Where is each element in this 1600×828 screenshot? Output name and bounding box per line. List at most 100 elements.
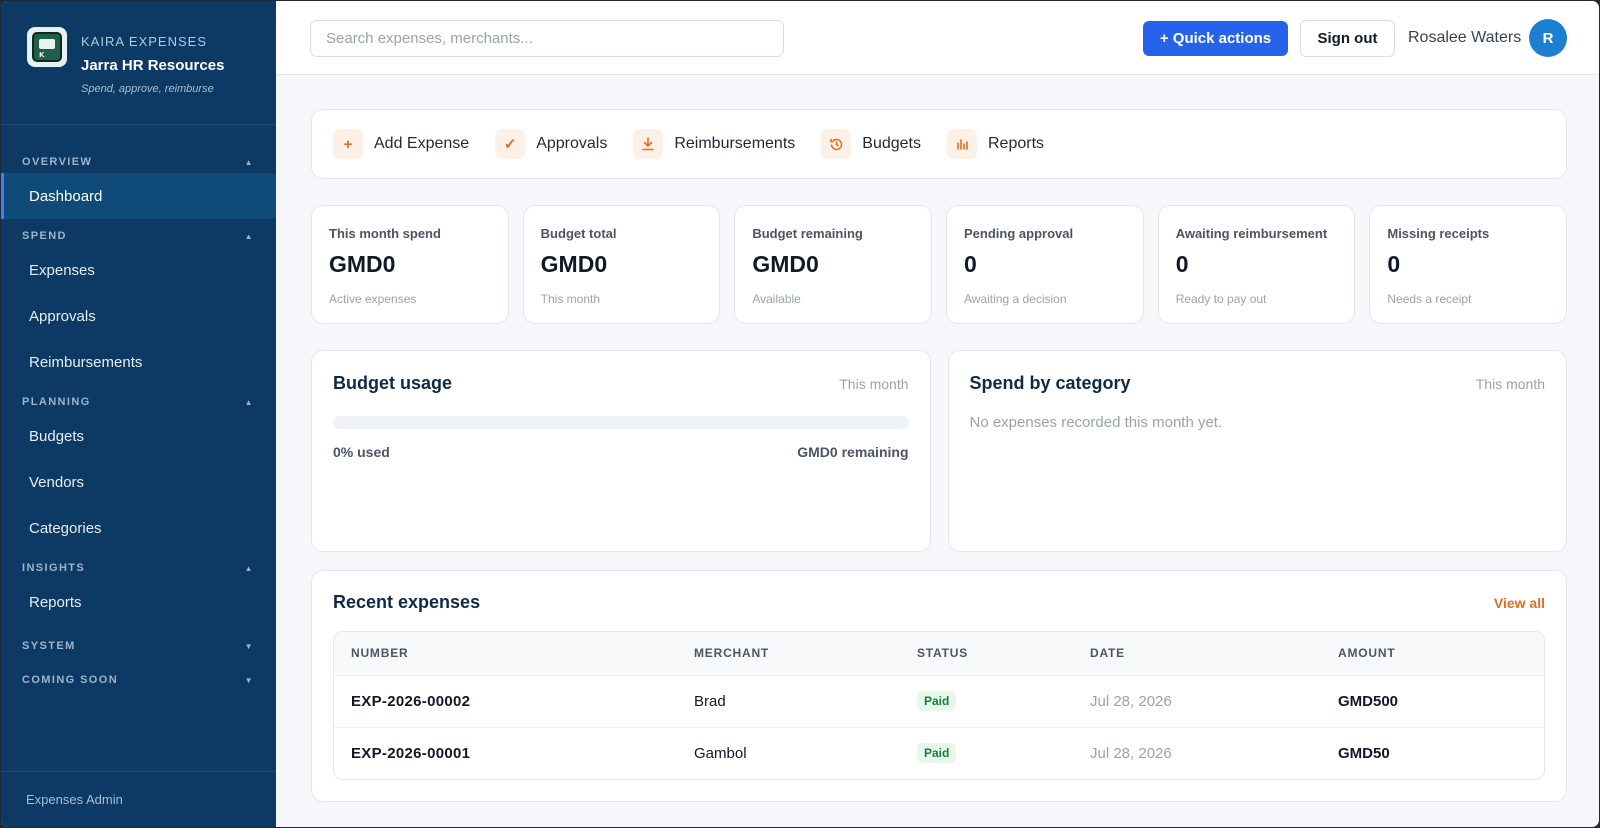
stat-label: Awaiting reimbursement bbox=[1175, 226, 1328, 241]
nav-section-title: SYSTEM bbox=[22, 640, 76, 652]
stat-value: 0 bbox=[1175, 251, 1189, 277]
panel-period: This month bbox=[1475, 376, 1545, 392]
stat-value: GMD0 bbox=[752, 251, 819, 277]
table-row[interactable]: EXP-2026-00001 Gambol Paid Jul 28, 2026 … bbox=[334, 726, 1544, 779]
view-all-link[interactable]: View all bbox=[1494, 595, 1545, 611]
quick-link-label: Reports bbox=[988, 135, 1045, 152]
expense-merchant: Brad bbox=[677, 674, 900, 727]
quick-link-budgets[interactable]: Budgets bbox=[821, 129, 921, 159]
budget-remaining-label: GMD0 remaining bbox=[797, 444, 909, 460]
chevron-up-icon: ▲ bbox=[244, 157, 254, 167]
stat-cards: This month spend GMD0 Active expenses Bu… bbox=[311, 205, 1568, 324]
app-logo bbox=[27, 27, 67, 67]
expenses-table: NUMBER MERCHANT STATUS DATE AMOUNT EXP-2… bbox=[333, 631, 1545, 780]
chevron-down-icon: ▼ bbox=[244, 675, 254, 685]
expense-status-cell: Paid bbox=[900, 726, 1073, 779]
stat-label: Budget remaining bbox=[752, 226, 863, 241]
bar-chart-icon bbox=[947, 129, 977, 159]
nav-section-coming-soon[interactable]: COMING SOON ▼ bbox=[1, 669, 276, 691]
column-header-date[interactable]: DATE bbox=[1073, 632, 1321, 675]
sidebar-item-budgets[interactable]: Budgets bbox=[1, 413, 276, 459]
chevron-down-icon: ▼ bbox=[244, 641, 254, 651]
stat-value: GMD0 bbox=[329, 251, 396, 277]
nav-section-overview[interactable]: OVERVIEW ▲ bbox=[1, 151, 276, 173]
app-window: KAIRA EXPENSES Jarra HR Resources Spend,… bbox=[0, 0, 1600, 828]
quick-link-label: Budgets bbox=[862, 135, 921, 152]
expense-number: EXP-2026-00001 bbox=[334, 726, 677, 779]
main-content: + Add Expense ✓ Approvals Reimbursements… bbox=[311, 109, 1568, 802]
sidebar-item-approvals[interactable]: Approvals bbox=[1, 293, 276, 339]
brand-tagline: Spend, approve, reimburse bbox=[81, 83, 214, 95]
budget-progress-bar bbox=[333, 416, 909, 429]
column-header-amount[interactable]: AMOUNT bbox=[1321, 632, 1544, 675]
sidebar-item-reports[interactable]: Reports bbox=[1, 579, 276, 625]
table-row[interactable]: EXP-2026-00002 Brad Paid Jul 28, 2026 GM… bbox=[334, 674, 1544, 727]
nav-section-planning[interactable]: PLANNING ▲ bbox=[1, 391, 276, 413]
quick-link-label: Add Expense bbox=[374, 135, 470, 152]
stat-subtitle: Active expenses bbox=[329, 292, 417, 306]
stat-value: 0 bbox=[1387, 251, 1401, 277]
nav-section-title: INSIGHTS bbox=[22, 562, 86, 574]
budget-usage-panel: Budget usage This month 0% used GMD0 rem… bbox=[311, 350, 931, 552]
expense-merchant: Gambol bbox=[677, 726, 900, 779]
brand-block: KAIRA EXPENSES Jarra HR Resources Spend,… bbox=[1, 1, 276, 125]
expense-date: Jul 28, 2026 bbox=[1073, 726, 1321, 779]
stat-card-pending-approval: Pending approval 0 Awaiting a decision bbox=[946, 205, 1144, 324]
nav-section-title: COMING SOON bbox=[22, 674, 119, 686]
overview-panels: Budget usage This month 0% used GMD0 rem… bbox=[311, 350, 1567, 552]
stat-label: Budget total bbox=[540, 226, 617, 241]
chevron-up-icon: ▲ bbox=[244, 563, 254, 573]
panel-period: This month bbox=[839, 376, 909, 392]
nav-section-title: PLANNING bbox=[22, 396, 91, 408]
nav-section-system[interactable]: SYSTEM ▼ bbox=[1, 635, 276, 657]
check-icon: ✓ bbox=[495, 129, 526, 159]
chevron-up-icon: ▲ bbox=[244, 231, 254, 241]
quick-link-label: Approvals bbox=[536, 135, 608, 152]
spend-by-category-panel: Spend by category This month No expenses… bbox=[947, 350, 1567, 552]
nav-section-title: OVERVIEW bbox=[22, 156, 93, 168]
stat-subtitle: Ready to pay out bbox=[1175, 292, 1267, 306]
quick-link-reimbursements[interactable]: Reimbursements bbox=[633, 129, 795, 159]
user-name: Rosalee Waters bbox=[1408, 29, 1522, 46]
nav-section-spend[interactable]: SPEND ▲ bbox=[1, 225, 276, 247]
budget-used-label: 0% used bbox=[333, 444, 390, 460]
topbar: + Quick actions Sign out Rosalee Waters … bbox=[276, 1, 1599, 75]
sidebar-nav: OVERVIEW ▲ Dashboard SPEND ▲ Expenses Ap… bbox=[1, 125, 276, 691]
sidebar-item-vendors[interactable]: Vendors bbox=[1, 459, 276, 505]
stat-subtitle: Needs a receipt bbox=[1387, 292, 1472, 306]
avatar[interactable]: R bbox=[1529, 19, 1567, 57]
quick-link-label: Reimbursements bbox=[674, 135, 796, 152]
expense-status-cell: Paid bbox=[900, 674, 1073, 727]
expense-date: Jul 28, 2026 bbox=[1073, 674, 1321, 727]
nav-section-insights[interactable]: INSIGHTS ▲ bbox=[1, 557, 276, 579]
column-header-number[interactable]: NUMBER bbox=[334, 632, 677, 675]
panel-title: Budget usage bbox=[333, 373, 453, 393]
sidebar-item-reimbursements[interactable]: Reimbursements bbox=[1, 339, 276, 385]
nav-section-title: SPEND bbox=[22, 230, 67, 242]
quick-link-reports[interactable]: Reports bbox=[947, 129, 1044, 159]
sidebar-item-expenses[interactable]: Expenses bbox=[1, 247, 276, 293]
sign-out-button[interactable]: Sign out bbox=[1300, 20, 1395, 57]
column-header-status[interactable]: STATUS bbox=[900, 632, 1073, 675]
chevron-up-icon: ▲ bbox=[244, 397, 254, 407]
status-badge: Paid bbox=[917, 743, 957, 764]
quick-actions-button[interactable]: + Quick actions bbox=[1143, 21, 1288, 56]
stat-label: This month spend bbox=[329, 226, 441, 241]
stat-card-budget-total: Budget total GMD0 This month bbox=[522, 205, 721, 324]
sidebar-item-categories[interactable]: Categories bbox=[1, 505, 276, 551]
stat-subtitle: This month bbox=[540, 292, 601, 306]
stat-value: 0 bbox=[964, 251, 977, 277]
quick-link-approvals[interactable]: ✓ Approvals bbox=[495, 129, 607, 159]
sidebar: KAIRA EXPENSES Jarra HR Resources Spend,… bbox=[1, 1, 276, 827]
column-header-merchant[interactable]: MERCHANT bbox=[677, 632, 900, 675]
empty-state-text: No expenses recorded this month yet. bbox=[969, 414, 1223, 431]
stat-value: GMD0 bbox=[540, 251, 608, 277]
history-icon bbox=[821, 129, 852, 159]
quick-link-add-expense[interactable]: + Add Expense bbox=[333, 129, 469, 159]
stat-subtitle: Available bbox=[752, 292, 801, 306]
stat-card-missing-receipts: Missing receipts 0 Needs a receipt bbox=[1369, 205, 1568, 324]
search-input[interactable] bbox=[310, 20, 784, 57]
sidebar-item-dashboard[interactable]: Dashboard bbox=[1, 173, 276, 219]
stat-label: Missing receipts bbox=[1387, 226, 1490, 241]
quick-links-bar: + Add Expense ✓ Approvals Reimbursements… bbox=[311, 109, 1567, 179]
